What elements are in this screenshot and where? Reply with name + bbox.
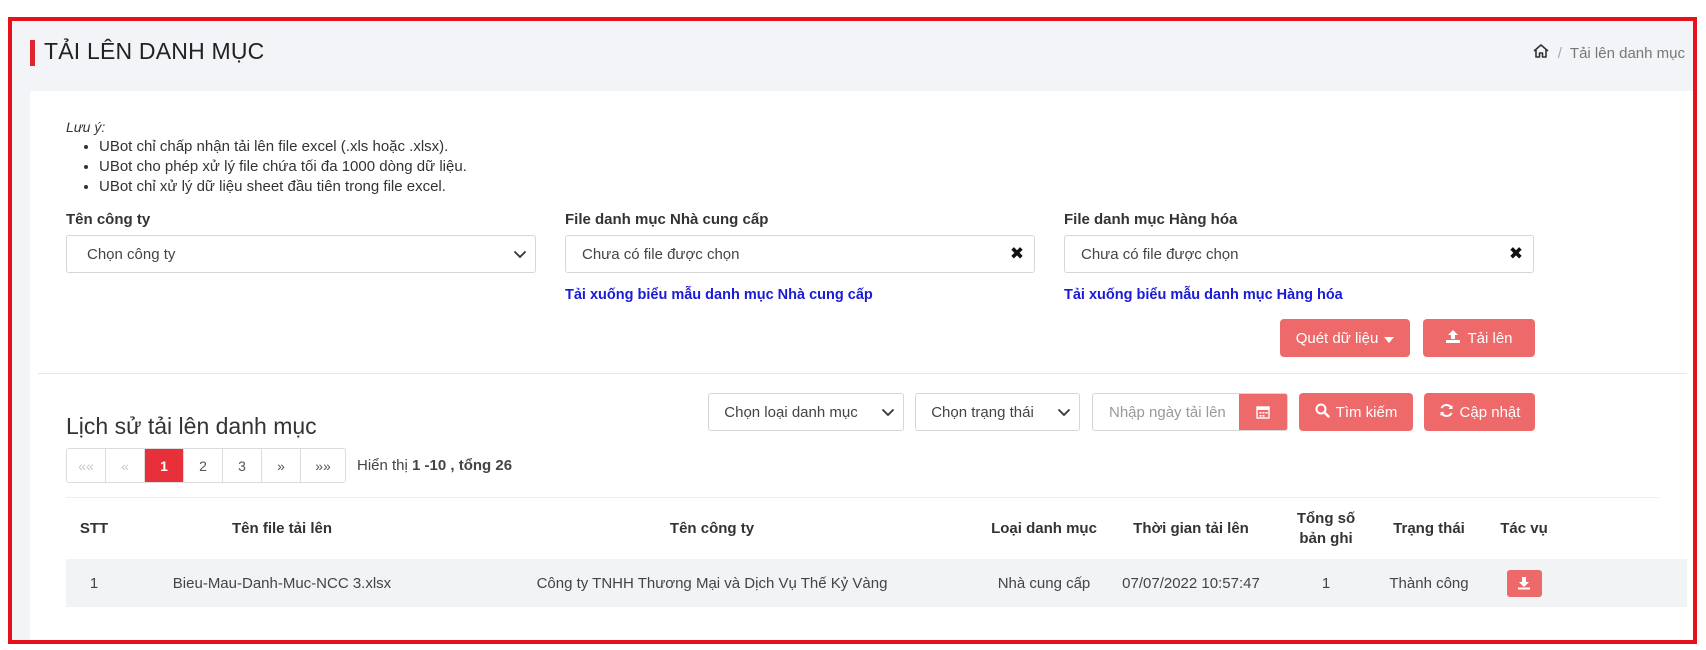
column-header-company: Tên công ty	[669, 520, 755, 537]
cell-company: Công ty TNHH Thương Mại và Dịch Vụ Thế K…	[536, 574, 888, 592]
note-title: Lưu ý:	[66, 119, 106, 135]
chevron-down-icon	[1049, 408, 1079, 417]
page-title: TẢI LÊN DANH MỤC	[44, 38, 265, 64]
page-first-button[interactable]: ««	[67, 449, 106, 482]
breadcrumb: / Tải lên danh mục	[1532, 43, 1685, 63]
page-prev-button[interactable]: «	[106, 449, 145, 482]
history-title: Lịch sử tải lên danh mục	[66, 413, 317, 439]
column-header-file: Tên file tải lên	[231, 520, 333, 537]
cell-stt: 1	[89, 574, 99, 592]
cell-time: 07/07/2022 10:57:47	[1122, 574, 1260, 592]
search-label: Tìm kiếm	[1335, 403, 1398, 421]
company-select-value: Chọn công ty	[87, 245, 176, 263]
upload-card: Lưu ý: UBot chỉ chấp nhận tải lên file e…	[30, 91, 1693, 640]
note-item: UBot cho phép xử lý file chứa tối đa 100…	[99, 157, 467, 177]
refresh-label: Cập nhật	[1459, 403, 1521, 421]
download-icon[interactable]	[1506, 569, 1542, 597]
calendar-icon[interactable]	[1239, 394, 1287, 430]
column-header-actions: Tác vụ	[1500, 520, 1548, 537]
column-header-category: Loại danh mục	[991, 520, 1097, 537]
category-filter-value: Chọn loại danh mục	[724, 403, 858, 421]
page-header: TẢI LÊN DANH MỤC / Tải lên danh mục	[12, 21, 1693, 91]
goods-file-value: Chưa có file được chọn	[1081, 245, 1239, 263]
page-3-button[interactable]: 3	[223, 449, 262, 482]
pagination: «« « 1 2 3 » »»	[66, 448, 346, 483]
column-header-time: Thời gian tải lên	[1133, 520, 1249, 537]
refresh-button[interactable]: Cập nhật	[1424, 393, 1535, 431]
goods-file-label: File danh mục Hàng hóa	[1064, 211, 1238, 228]
status-filter-select[interactable]: Chọn trạng thái	[915, 393, 1080, 431]
pagination-info: Hiển thị 1 -10 , tổng 26	[357, 457, 512, 474]
search-button[interactable]: Tìm kiếm	[1299, 393, 1413, 431]
company-select[interactable]: Chọn công ty	[66, 235, 536, 273]
clear-goods-file-icon[interactable]: ✖	[1499, 244, 1533, 264]
cell-file-name: Bieu-Mau-Danh-Muc-NCC 3.xlsx	[172, 574, 392, 592]
note-list: UBot chỉ chấp nhận tải lên file excel (.…	[99, 137, 467, 197]
column-header-records: Tổng số bản ghi	[1296, 510, 1356, 547]
clear-supplier-file-icon[interactable]: ✖	[1000, 244, 1034, 264]
chevron-down-icon	[873, 408, 903, 417]
goods-file-input[interactable]: Chưa có file được chọn ✖	[1064, 235, 1534, 273]
note-item: UBot chỉ xử lý dữ liệu sheet đầu tiên tr…	[99, 177, 467, 197]
column-header-status: Trạng thái	[1393, 520, 1465, 537]
breadcrumb-separator: /	[1557, 44, 1562, 62]
page-1-button[interactable]: 1	[145, 449, 184, 482]
page-2-button[interactable]: 2	[184, 449, 223, 482]
breadcrumb-current: Tải lên danh mục	[1569, 44, 1685, 62]
upload-button[interactable]: Tải lên	[1423, 319, 1535, 357]
section-divider	[38, 373, 1687, 374]
pagination-info-range: 1 -10 , tổng 26	[412, 457, 513, 474]
table-header: STT Tên file tải lên Tên công ty Loại da…	[66, 501, 1687, 557]
goods-template-link[interactable]: Tải xuống biểu mẫu danh mục Hàng hóa	[1064, 287, 1343, 303]
supplier-file-label: File danh mục Nhà cung cấp	[565, 211, 769, 228]
page-last-button[interactable]: »»	[301, 449, 345, 482]
chevron-down-icon	[505, 250, 535, 259]
home-icon[interactable]	[1532, 43, 1550, 63]
upload-label: Tải lên	[1467, 329, 1513, 347]
page-next-button[interactable]: »	[262, 449, 301, 482]
column-header-stt: STT	[79, 520, 109, 537]
pagination-info-prefix: Hiển thị	[357, 457, 408, 474]
cell-category: Nhà cung cấp	[997, 574, 1091, 592]
highlight-frame: TẢI LÊN DANH MỤC / Tải lên danh mục Lưu …	[8, 17, 1697, 644]
company-label: Tên công ty	[66, 211, 151, 228]
table-row[interactable]: 1 Bieu-Mau-Danh-Muc-NCC 3.xlsx Công ty T…	[66, 559, 1687, 607]
scan-data-label: Quét dữ liệu	[1295, 329, 1379, 347]
refresh-icon	[1439, 403, 1454, 422]
table-top-divider	[66, 497, 1659, 498]
upload-date-placeholder: Nhập ngày tải lên	[1109, 403, 1226, 421]
scan-data-button[interactable]: Quét dữ liệu	[1280, 319, 1410, 357]
supplier-template-link[interactable]: Tải xuống biểu mẫu danh mục Nhà cung cấp	[565, 287, 873, 303]
note-box: Lưu ý: UBot chỉ chấp nhận tải lên file e…	[66, 117, 467, 197]
cell-status: Thành công	[1389, 574, 1469, 592]
upload-date-input[interactable]: Nhập ngày tải lên	[1092, 393, 1288, 431]
search-icon	[1315, 403, 1330, 422]
note-item: UBot chỉ chấp nhận tải lên file excel (.…	[99, 137, 467, 157]
cell-records: 1	[1321, 574, 1331, 592]
title-accent-bar	[30, 40, 35, 66]
cell-actions	[1488, 559, 1560, 607]
supplier-file-value: Chưa có file được chọn	[582, 245, 740, 263]
category-filter-select[interactable]: Chọn loại danh mục	[708, 393, 904, 431]
supplier-file-input[interactable]: Chưa có file được chọn ✖	[565, 235, 1035, 273]
status-filter-value: Chọn trạng thái	[931, 403, 1034, 421]
upload-icon	[1445, 329, 1461, 348]
caret-down-icon	[1384, 330, 1395, 347]
